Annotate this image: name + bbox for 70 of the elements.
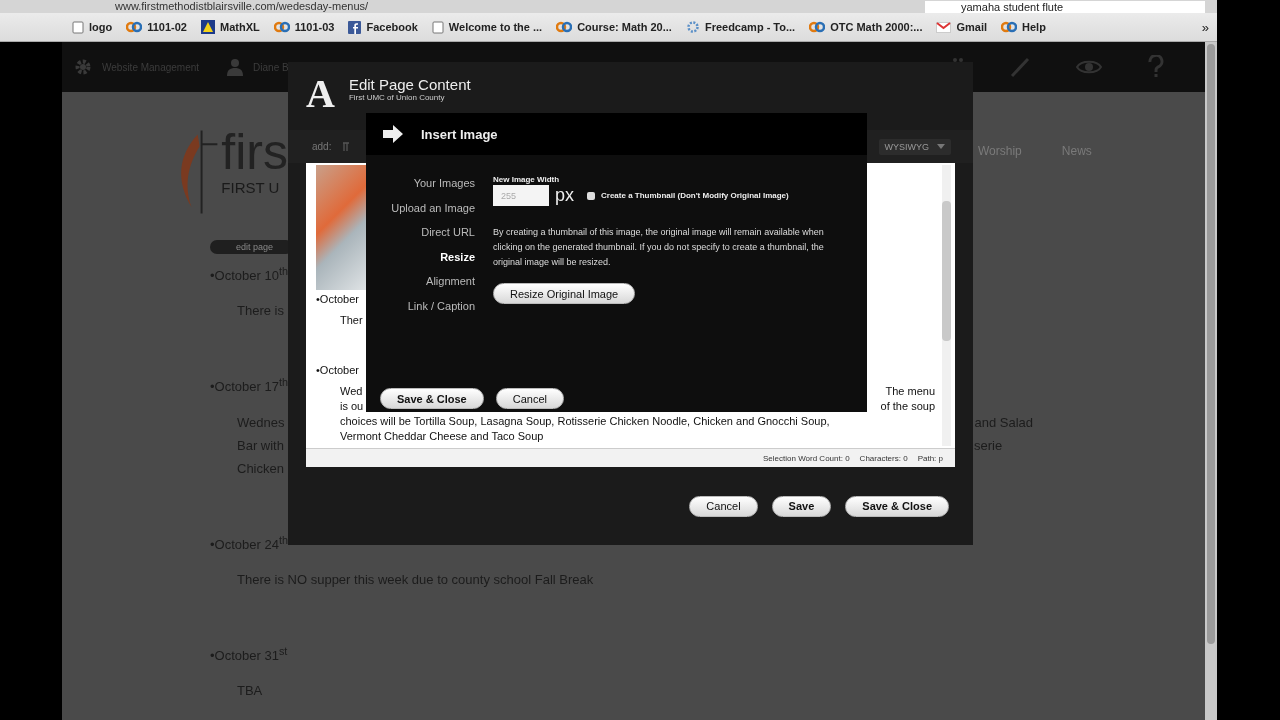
status-text: Selection Word Count: 0 — [763, 453, 850, 463]
unit-label: px — [555, 185, 574, 206]
dialog-button[interactable]: Save & Close — [845, 495, 949, 517]
date-heading: •October — [316, 292, 359, 307]
logo-letter: A — [306, 70, 335, 117]
scrollbar[interactable] — [942, 165, 951, 446]
cog-icon — [685, 20, 700, 34]
menu-text: choices will be Tortilla Soup, Lasagna Soup, Rotisserie Chicken Noodle, Chicken and Gnocchi Soup, — [340, 414, 830, 429]
more-bookmarks-button[interactable]: » — [1201, 19, 1209, 35]
user-icon — [227, 58, 244, 76]
search-field[interactable]: yamaha student flute — [925, 0, 1205, 13]
status-text: Path: p — [917, 453, 943, 463]
page-icon — [431, 20, 444, 34]
menu-text: Vermont Cheddar Cheese and Taco Soup — [340, 429, 544, 444]
paragraph-icon[interactable] — [341, 141, 352, 152]
page-icon — [72, 20, 84, 34]
scrollbar[interactable] — [1205, 42, 1217, 720]
nav-tab[interactable]: Link / Caption — [407, 297, 475, 314]
mode-dropdown[interactable]: WYSIWYG — [878, 138, 951, 155]
bookmark-link[interactable]: Welcome to the ... — [431, 20, 543, 34]
rings-icon — [126, 21, 143, 33]
bookmark-link[interactable]: Freedcamp - To... — [685, 20, 796, 34]
bookmark-link[interactable]: 1101-03 — [273, 21, 335, 33]
nav-tab[interactable]: Upload an Image — [391, 199, 475, 216]
arrow-icon — [382, 124, 404, 144]
pencil-icon[interactable] — [1009, 56, 1031, 78]
mail-icon — [936, 21, 952, 33]
nav-tab[interactable]: Alignment — [426, 273, 475, 290]
bookmark-link[interactable]: Help — [1001, 21, 1046, 33]
dialog-button[interactable]: Save — [771, 495, 832, 517]
bookmark-link[interactable]: 1101-02 — [126, 21, 187, 33]
nav-tab[interactable]: Resize — [440, 248, 475, 265]
nav-tab[interactable]: Your Images — [413, 175, 475, 192]
bookmark-link[interactable]: OTC Math 2000:... — [809, 21, 923, 33]
eye-icon[interactable] — [1075, 58, 1103, 76]
resize-button[interactable]: Resize Original Image — [493, 283, 636, 304]
address-bar-url[interactable]: www.firstmethodistblairsville.com/wedesday-menus/ — [115, 0, 369, 13]
bookmark-link[interactable]: Course: Math 20... — [556, 21, 672, 33]
dialog-button[interactable]: Cancel — [495, 388, 564, 409]
caret-icon — [937, 144, 945, 149]
rings-icon — [273, 21, 290, 33]
thumbnail-checkbox[interactable] — [587, 191, 595, 200]
rings-icon — [1001, 21, 1018, 33]
bookmark-link[interactable]: Gmail — [936, 21, 988, 33]
bookmark-link[interactable]: MathXL — [201, 20, 260, 34]
menu-text: Ther — [340, 313, 363, 328]
dialog-subtitle: First UMC of Union County — [348, 93, 446, 102]
dialog-title: Edit Page Content — [348, 76, 471, 93]
status-text: Characters: 0 — [859, 453, 908, 463]
dialog-button[interactable]: Cancel — [689, 495, 758, 517]
dialog-button[interactable]: Save & Close — [380, 388, 484, 409]
menu-text: of the soup — [880, 399, 935, 414]
nav-tab[interactable]: Direct URL — [421, 224, 475, 241]
resize-note: By creating a thumbnail of this image, the original image will remain available when clicking on the generated thumbnail. If you do not specify to create a thumbnail, the original image will be resized. — [493, 226, 825, 269]
menu-text: Wed — [340, 384, 363, 399]
bookmark-link[interactable]: Facebook — [348, 20, 418, 34]
menu-text: is ou — [340, 399, 364, 414]
help-icon[interactable] — [1147, 55, 1165, 79]
checkbox-label: Create a Thumbnail (Don't Modify Original Image) — [601, 191, 789, 200]
dialog-title: Insert Image — [421, 126, 498, 142]
date-heading: •October — [316, 363, 359, 378]
field-label: New Image Width — [493, 175, 560, 185]
rings-icon — [556, 21, 573, 33]
menu-text: The menu — [885, 384, 935, 399]
bookmark-link[interactable]: logo — [72, 20, 113, 34]
facebook-icon — [348, 20, 362, 34]
toolbar-label: add: — [312, 141, 332, 152]
rings-icon — [809, 21, 826, 33]
settings-icon[interactable] — [74, 58, 92, 76]
triangle-icon — [201, 20, 215, 34]
